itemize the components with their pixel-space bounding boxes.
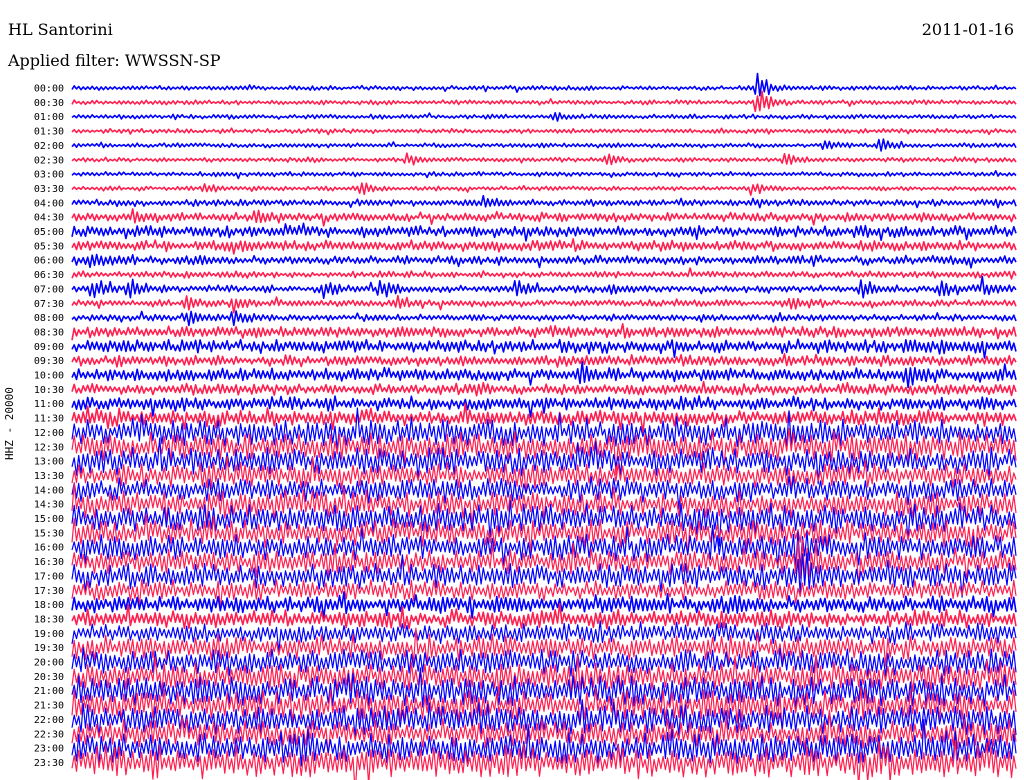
trace-row xyxy=(71,127,1017,136)
trace-row xyxy=(71,338,1017,359)
trace-row xyxy=(71,310,1017,327)
trace-row xyxy=(71,194,1017,209)
trace-row xyxy=(71,740,1017,780)
row-tick-label: 02:00 xyxy=(34,141,64,152)
row-tick-label: 09:30 xyxy=(34,356,64,367)
trace-row xyxy=(71,654,1017,696)
row-tick-label: 10:30 xyxy=(34,385,64,396)
trace-row xyxy=(71,524,1017,571)
trace-row xyxy=(71,253,1017,269)
trace-row xyxy=(71,112,1017,122)
row-tick-label: 20:00 xyxy=(34,658,64,669)
row-tick-label: 13:00 xyxy=(34,457,64,468)
trace-row xyxy=(71,323,1017,341)
trace-row xyxy=(71,579,1017,610)
row-tick-label: 19:30 xyxy=(34,643,64,654)
row-tick-label: 08:30 xyxy=(34,327,64,338)
trace-row xyxy=(71,275,1017,300)
row-tick-label: 06:00 xyxy=(34,256,64,267)
trace-row xyxy=(71,620,1017,654)
row-tick-label: 15:00 xyxy=(34,514,64,525)
trace-row xyxy=(71,380,1017,397)
row-tick-label: 12:00 xyxy=(34,428,64,439)
row-tick-label: 05:00 xyxy=(34,227,64,238)
trace-row xyxy=(71,222,1017,242)
trace-row xyxy=(71,294,1017,314)
row-tick-label: 20:30 xyxy=(34,672,64,683)
row-tick-label: 22:00 xyxy=(34,715,64,726)
trace-row xyxy=(71,353,1017,368)
row-tick-label: 02:30 xyxy=(34,155,64,166)
row-tick-label: 22:30 xyxy=(34,729,64,740)
trace-row xyxy=(71,267,1017,280)
row-tick-label: 04:30 xyxy=(34,213,64,224)
row-tick-label: 07:00 xyxy=(34,284,64,295)
row-tick-label: 18:00 xyxy=(34,600,64,611)
row-tick-label: 15:30 xyxy=(34,528,64,539)
row-tick-label: 03:00 xyxy=(34,170,64,181)
row-tick-label: 14:00 xyxy=(34,485,64,496)
row-tick-label: 10:00 xyxy=(34,371,64,382)
row-tick-label: 17:00 xyxy=(34,571,64,582)
row-tick-label: 01:00 xyxy=(34,112,64,123)
row-tick-label: 07:30 xyxy=(34,299,64,310)
row-tick-label: 03:30 xyxy=(34,184,64,195)
trace-row xyxy=(71,238,1017,255)
row-tick-label: 00:00 xyxy=(34,84,64,95)
trace-row xyxy=(71,90,1017,113)
row-tick-label: 23:00 xyxy=(34,744,64,755)
row-tick-label: 12:30 xyxy=(34,442,64,453)
trace-row xyxy=(71,170,1017,180)
trace-row xyxy=(71,152,1017,166)
row-tick-label: 23:30 xyxy=(34,758,64,769)
row-tick-label: 11:00 xyxy=(34,399,64,410)
row-tick-label: 08:00 xyxy=(34,313,64,324)
row-tick-label: 04:00 xyxy=(34,198,64,209)
row-tick-label: 18:30 xyxy=(34,614,64,625)
row-tick-label: 09:00 xyxy=(34,342,64,353)
row-tick-label: 13:30 xyxy=(34,471,64,482)
trace-row xyxy=(71,455,1017,494)
row-tick-label: 17:30 xyxy=(34,586,64,597)
trace-row xyxy=(71,208,1017,227)
row-tick-label: 01:30 xyxy=(34,127,64,138)
helicorder-plot: 00:00 00:30 01:00 01:30 02:00 02:30 03:00 03:30… xyxy=(34,72,1017,780)
trace-row xyxy=(71,138,1017,152)
row-tick-label: 21:30 xyxy=(34,701,64,712)
row-tick-label: 05:30 xyxy=(34,241,64,252)
row-tick-label: 11:30 xyxy=(34,414,64,425)
row-tick-label: 19:00 xyxy=(34,629,64,640)
row-tick-label: 14:30 xyxy=(34,500,64,511)
row-tick-label: 06:30 xyxy=(34,270,64,281)
row-tick-label: 16:30 xyxy=(34,557,64,568)
row-tick-label: 16:00 xyxy=(34,543,64,554)
trace-row xyxy=(71,182,1017,196)
trace-row xyxy=(71,72,1017,97)
row-tick-label: 21:00 xyxy=(34,686,64,697)
row-tick-label: 00:30 xyxy=(34,98,64,109)
